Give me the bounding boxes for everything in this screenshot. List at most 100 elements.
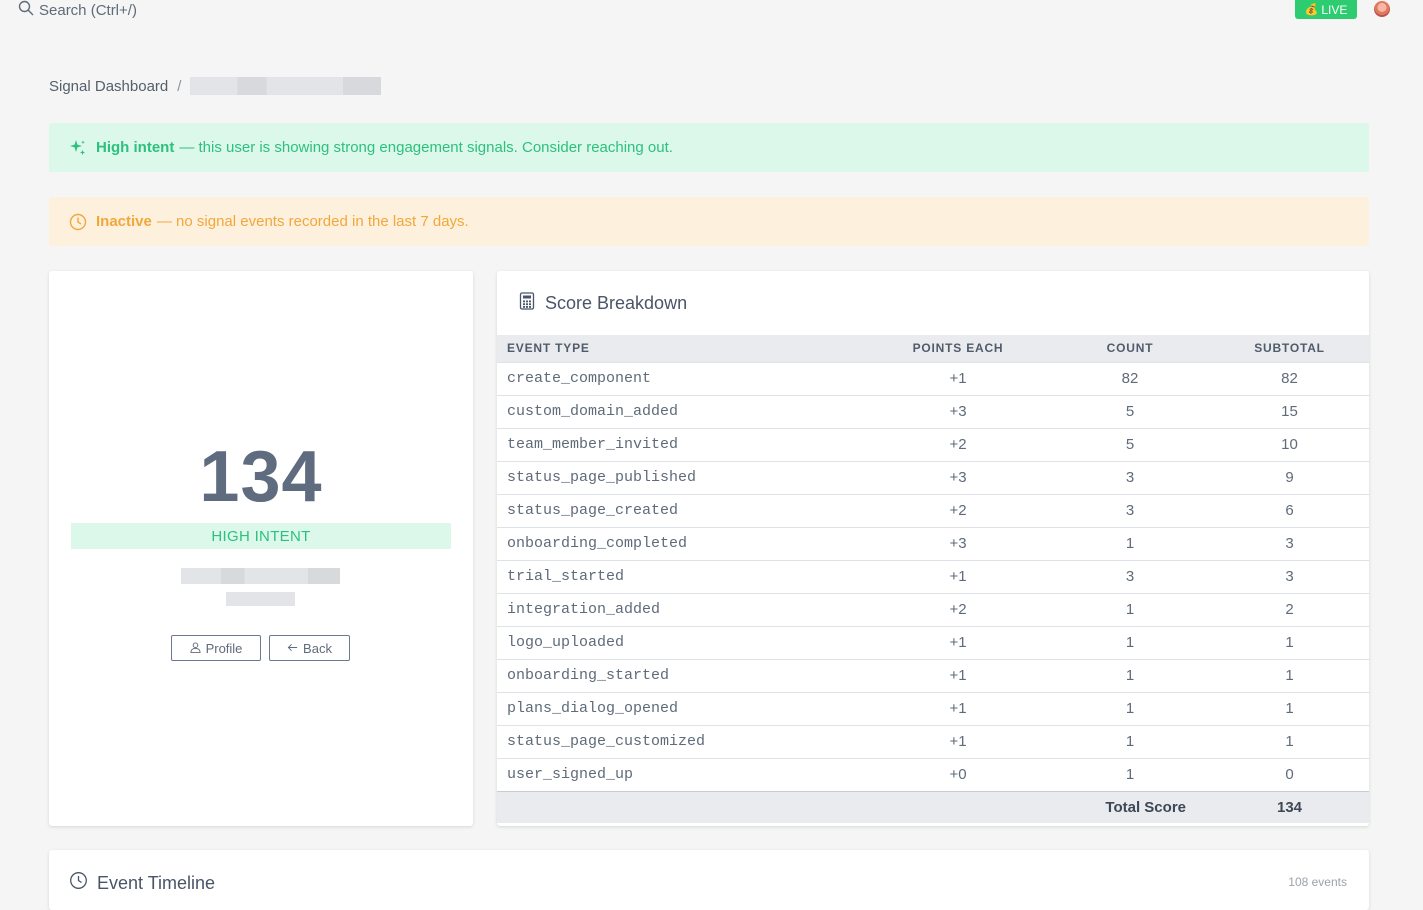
points-each-cell: +0 <box>866 757 1050 791</box>
column-header-event-type[interactable]: EVENT TYPE <box>497 335 866 362</box>
column-header-count[interactable]: COUNT <box>1050 335 1210 362</box>
calculator-icon <box>519 292 535 315</box>
event-timeline-title: Event Timeline <box>97 872 216 893</box>
subtotal-cell: 10 <box>1210 427 1369 461</box>
points-each-cell: +1 <box>866 361 1050 395</box>
subtotal-cell: 3 <box>1210 559 1369 593</box>
total-score-row: Total Score 134 <box>497 790 1369 823</box>
table-row: user_signed_up +0 1 0 <box>497 757 1369 791</box>
column-header-points-each[interactable]: POINTS EACH <box>866 335 1050 362</box>
table-row: custom_domain_added +3 5 15 <box>497 394 1369 428</box>
event-type-cell: status_page_published <box>497 460 866 494</box>
redacted-user-meta <box>226 592 295 606</box>
alert-message: — this user is showing strong engagement… <box>179 139 673 156</box>
table-header-row: EVENT TYPE POINTS EACH COUNT SUBTOTAL <box>497 335 1369 362</box>
score-value: 134 <box>199 437 323 517</box>
count-cell: 1 <box>1050 526 1210 560</box>
search-button[interactable]: Search (Ctrl+/) <box>18 0 137 20</box>
score-card: 134 HIGH INTENT Profile Back <box>49 271 473 826</box>
money-bag-icon: 💰 <box>1304 4 1319 16</box>
event-type-cell: status_page_created <box>497 493 866 527</box>
points-each-cell: +2 <box>866 592 1050 626</box>
event-type-cell: trial_started <box>497 559 866 593</box>
live-badge[interactable]: 💰 LIVE <box>1295 0 1357 19</box>
count-cell: 5 <box>1050 427 1210 461</box>
count-cell: 3 <box>1050 559 1210 593</box>
table-row: status_page_published +3 3 9 <box>497 460 1369 494</box>
total-score-label: Total Score <box>1050 790 1210 823</box>
intent-label: HIGH INTENT <box>71 523 451 549</box>
score-breakdown-title: Score Breakdown <box>545 293 688 313</box>
count-cell: 1 <box>1050 691 1210 725</box>
redacted-user-email <box>181 568 340 584</box>
redacted-user-name <box>190 77 382 95</box>
points-each-cell: +3 <box>866 526 1050 560</box>
event-type-cell: logo_uploaded <box>497 625 866 659</box>
subtotal-cell: 1 <box>1210 724 1369 758</box>
top-bar: Search (Ctrl+/) 💰 LIVE <box>0 0 1423 20</box>
score-breakdown-table: EVENT TYPE POINTS EACH COUNT SUBTOTAL cr… <box>497 335 1369 823</box>
alert-message: — no signal events recorded in the last … <box>156 213 469 230</box>
inactive-alert: Inactive — no signal events recorded in … <box>49 197 1369 246</box>
breadcrumb: Signal Dashboard / <box>49 77 382 95</box>
user-icon <box>190 641 201 656</box>
table-row: plans_dialog_opened +1 1 1 <box>497 691 1369 725</box>
event-timeline-card: Event Timeline 108 events <box>49 850 1369 910</box>
subtotal-cell: 0 <box>1210 757 1369 791</box>
count-cell: 82 <box>1050 361 1210 395</box>
alert-title: High intent <box>96 139 175 156</box>
profile-button[interactable]: Profile <box>171 635 261 661</box>
history-icon <box>69 871 88 895</box>
count-cell: 1 <box>1050 757 1210 791</box>
points-each-cell: +3 <box>866 394 1050 428</box>
search-label: Search (Ctrl+/) <box>39 1 137 19</box>
avatar[interactable] <box>1374 1 1390 17</box>
table-row: status_page_created +2 3 6 <box>497 493 1369 527</box>
clock-icon <box>69 213 87 231</box>
event-type-cell: create_component <box>497 361 866 395</box>
event-type-cell: user_signed_up <box>497 757 866 791</box>
table-row: trial_started +1 3 3 <box>497 559 1369 593</box>
table-row: logo_uploaded +1 1 1 <box>497 625 1369 659</box>
profile-button-label: Profile <box>205 640 243 656</box>
subtotal-cell: 82 <box>1210 361 1369 395</box>
subtotal-cell: 2 <box>1210 592 1369 626</box>
subtotal-cell: 1 <box>1210 625 1369 659</box>
event-type-cell: custom_domain_added <box>497 394 866 428</box>
search-icon <box>18 0 34 20</box>
count-cell: 3 <box>1050 493 1210 527</box>
table-row: integration_added +2 1 2 <box>497 592 1369 626</box>
points-each-cell: +1 <box>866 658 1050 692</box>
high-intent-alert: High intent — this user is showing stron… <box>49 123 1369 172</box>
column-header-subtotal[interactable]: SUBTOTAL <box>1210 335 1369 362</box>
table-row: onboarding_started +1 1 1 <box>497 658 1369 692</box>
event-count: 108 events <box>1288 875 1347 889</box>
event-type-cell: onboarding_started <box>497 658 866 692</box>
breadcrumb-signal-dashboard[interactable]: Signal Dashboard <box>49 78 168 95</box>
total-score-value: 134 <box>1210 790 1369 823</box>
live-label: LIVE <box>1321 2 1348 17</box>
back-button[interactable]: Back <box>269 635 350 661</box>
points-each-cell: +1 <box>866 724 1050 758</box>
event-type-cell: onboarding_completed <box>497 526 866 560</box>
points-each-cell: +3 <box>866 460 1050 494</box>
points-each-cell: +2 <box>866 493 1050 527</box>
subtotal-cell: 1 <box>1210 691 1369 725</box>
subtotal-cell: 15 <box>1210 394 1369 428</box>
count-cell: 1 <box>1050 592 1210 626</box>
table-row: onboarding_completed +3 1 3 <box>497 526 1369 560</box>
table-row: status_page_customized +1 1 1 <box>497 724 1369 758</box>
count-cell: 5 <box>1050 394 1210 428</box>
event-type-cell: status_page_customized <box>497 724 866 758</box>
score-breakdown-card: Score Breakdown EVENT TYPE POINTS EACH C… <box>497 271 1369 826</box>
breadcrumb-separator: / <box>177 77 182 95</box>
count-cell: 1 <box>1050 658 1210 692</box>
sparkle-icon <box>69 139 87 157</box>
count-cell: 1 <box>1050 724 1210 758</box>
event-type-cell: plans_dialog_opened <box>497 691 866 725</box>
event-type-cell: integration_added <box>497 592 866 626</box>
table-row: team_member_invited +2 5 10 <box>497 427 1369 461</box>
table-row: create_component +1 82 82 <box>497 361 1369 395</box>
arrow-left-icon <box>287 641 298 656</box>
subtotal-cell: 1 <box>1210 658 1369 692</box>
